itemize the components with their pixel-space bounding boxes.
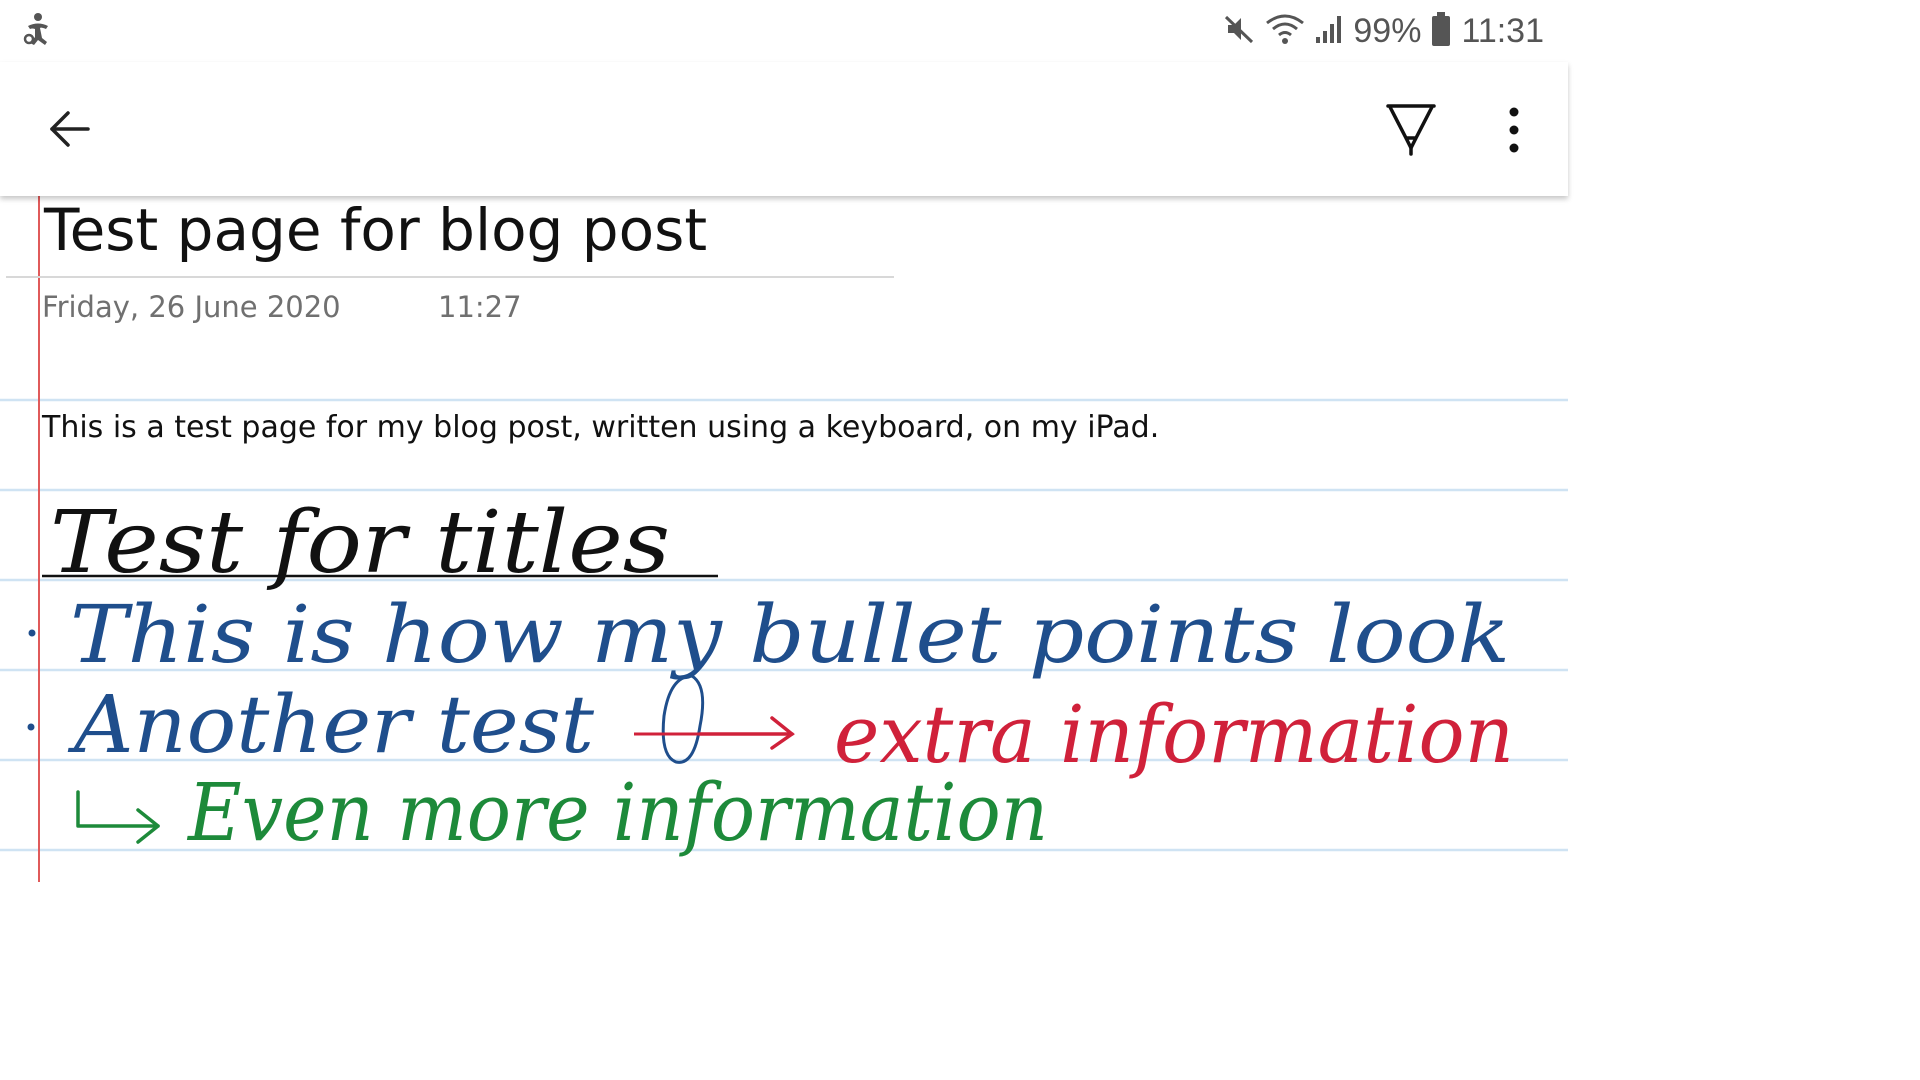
handwritten-heading: Test for titles: [50, 493, 670, 593]
handwritten-bullet-2: Another test: [67, 678, 595, 771]
draw-pen-button[interactable]: [1380, 98, 1442, 160]
note-page[interactable]: Test page for blog post Friday, 26 June …: [0, 196, 1568, 882]
clock: 11:31: [1461, 11, 1544, 50]
status-bar: 99% 11:31: [0, 0, 1568, 62]
bullet-dot: [27, 723, 35, 731]
bullet-dot: [28, 629, 36, 637]
wifi-icon: [1265, 13, 1305, 49]
battery-percent: 99%: [1353, 11, 1422, 50]
more-vert-icon: [1496, 107, 1532, 162]
pen-icon: [1380, 104, 1442, 164]
back-button[interactable]: [40, 102, 100, 156]
handwriting-layer[interactable]: Test for titles This is how my bullet po…: [0, 196, 1568, 882]
signal-icon: [1315, 13, 1343, 49]
arrow-icon: [698, 716, 795, 750]
status-indicators: 99% 11:31: [1223, 8, 1544, 54]
more-options-button[interactable]: [1496, 102, 1532, 158]
mute-icon: [1223, 13, 1255, 49]
strikethrough-scribble: [661, 674, 705, 764]
return-arrow-icon: [76, 790, 160, 844]
battery-icon: [1431, 11, 1451, 51]
accessibility-icon: [22, 12, 52, 50]
handwritten-line-3: Even more information: [186, 766, 1048, 859]
handwritten-bullet-1: This is how my bullet points look: [70, 588, 1510, 681]
app-bar: [0, 62, 1568, 196]
back-arrow-icon: [40, 111, 100, 160]
